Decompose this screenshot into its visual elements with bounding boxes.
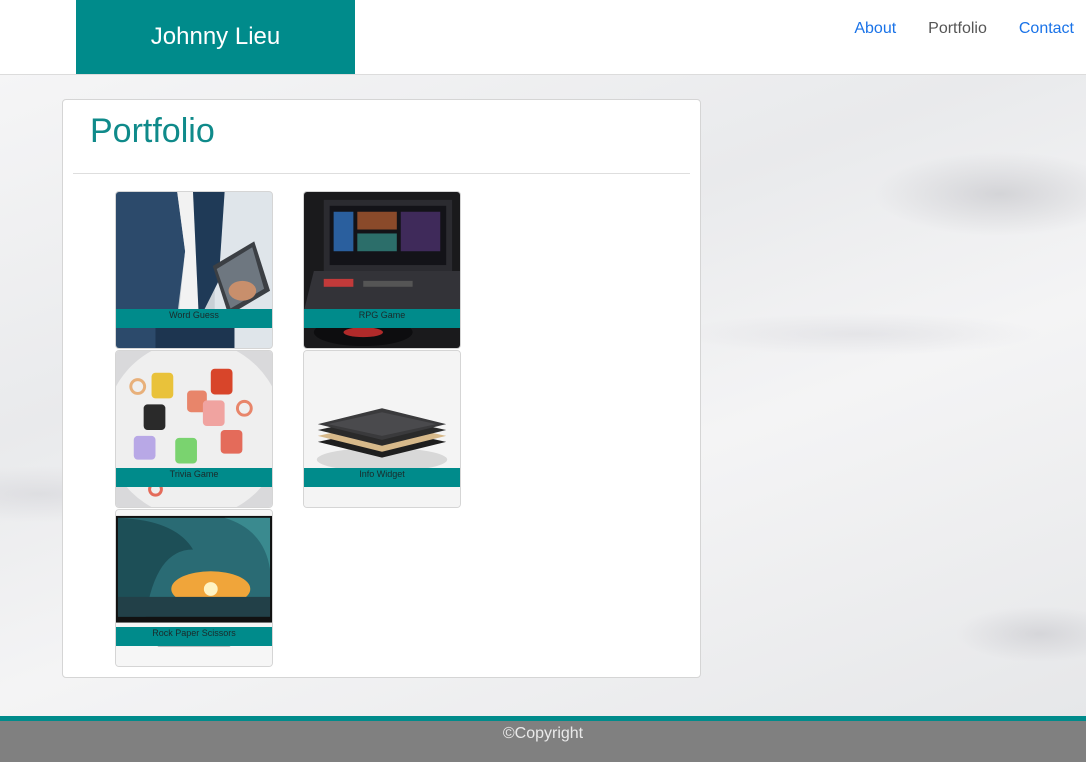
project-label: Trivia Game (116, 468, 272, 487)
page-title: Portfolio (90, 112, 215, 150)
project-tile-rpg-game[interactable]: RPG Game (303, 191, 461, 349)
project-tile-word-guess[interactable]: Word Guess (115, 191, 273, 349)
project-label: Word Guess (116, 309, 272, 328)
portfolio-card: Portfolio Word Guess RPG Game Trivia Gam… (62, 99, 701, 678)
project-label: RPG Game (304, 309, 460, 328)
nav-portfolio[interactable]: Portfolio (928, 20, 987, 38)
nav-about[interactable]: About (854, 20, 896, 38)
main-nav: About Portfolio Contact (854, 20, 1074, 38)
project-tile-trivia-game[interactable]: Trivia Game (115, 350, 273, 508)
nav-contact[interactable]: Contact (1019, 20, 1074, 38)
project-tile-info-widget[interactable]: Info Widget (303, 350, 461, 508)
copyright-text: ©Copyright (502, 725, 584, 742)
navbar: Johnny Lieu About Portfolio Contact (0, 0, 1086, 75)
project-label: Info Widget (304, 468, 460, 487)
divider (73, 173, 690, 174)
project-tile-rock-paper-scissors[interactable]: Rock Paper Scissors (115, 509, 273, 667)
brand-title[interactable]: Johnny Lieu (76, 0, 355, 74)
footer: ©Copyright (0, 716, 1086, 762)
project-label: Rock Paper Scissors (116, 627, 272, 646)
